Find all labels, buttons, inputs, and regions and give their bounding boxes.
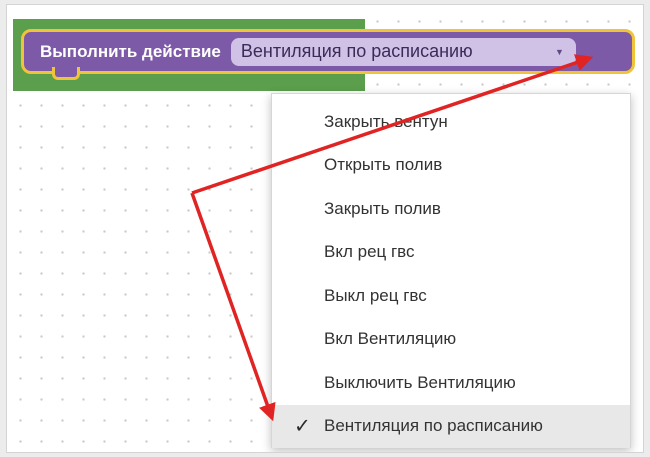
menu-item[interactable]: Закрыть полив: [272, 187, 630, 231]
dropdown-menu: Закрыть вентун Открыть полив Закрыть пол…: [271, 93, 631, 448]
menu-item-selected[interactable]: ✓ Вентиляция по расписанию: [272, 404, 630, 448]
action-dropdown[interactable]: Вентиляция по расписанию ▼: [230, 37, 576, 66]
menu-item[interactable]: Закрыть вентун: [272, 100, 630, 144]
menu-item-label: Закрыть полив: [324, 198, 441, 218]
menu-item-label: Закрыть вентун: [324, 111, 448, 131]
block-notch: [52, 67, 80, 80]
menu-item[interactable]: Вкл Вентиляцию: [272, 318, 630, 362]
blockly-workspace[interactable]: Выполнить действие Вентиляция по расписа…: [6, 4, 644, 453]
menu-item[interactable]: Выкл рец гвс: [272, 274, 630, 318]
menu-item[interactable]: Открыть полив: [272, 144, 630, 188]
menu-item-label: Вентиляция по расписанию: [324, 416, 543, 436]
action-dropdown-value: Вентиляция по расписанию: [240, 41, 473, 61]
chevron-down-icon: ▼: [554, 46, 564, 57]
checkmark-icon: ✓: [294, 415, 311, 438]
action-block[interactable]: Выполнить действие Вентиляция по расписа…: [21, 29, 635, 80]
menu-item-label: Открыть полив: [324, 155, 443, 175]
menu-item[interactable]: Вкл рец гвс: [272, 231, 630, 275]
menu-item-label: Выкл рец гвс: [324, 285, 427, 305]
menu-item[interactable]: Выключить Вентиляцию: [272, 361, 630, 405]
menu-item-label: Вкл Вентиляцию: [324, 329, 457, 349]
menu-item-label: Выключить Вентиляцию: [324, 372, 516, 392]
menu-item-label: Вкл рец гвс: [324, 242, 415, 262]
action-block-label: Выполнить действие: [40, 41, 221, 61]
